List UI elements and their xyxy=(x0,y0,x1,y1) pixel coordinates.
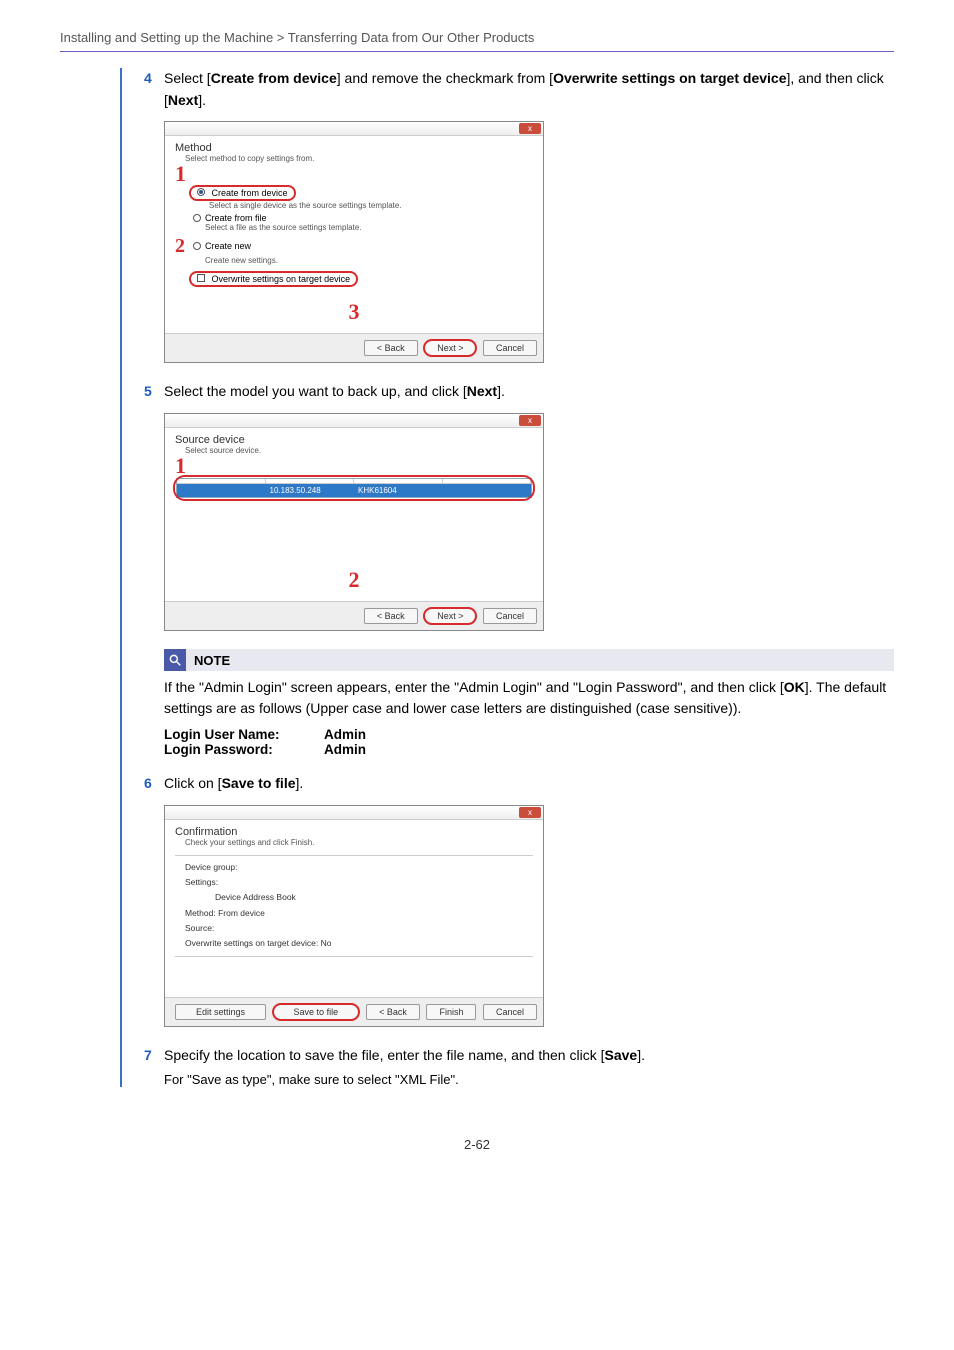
device-row[interactable]: 10.183.50.248 KHK61604 xyxy=(177,484,531,497)
back-button[interactable]: < Back xyxy=(364,340,418,356)
magnifier-icon xyxy=(164,649,186,671)
chk-overwrite-label: Overwrite settings on target device xyxy=(212,274,351,284)
step-5-text: Select the model you want to back up, an… xyxy=(164,381,894,403)
close-icon[interactable]: x xyxy=(519,123,541,134)
note-label: NOTE xyxy=(186,653,230,668)
close-icon[interactable]: x xyxy=(519,807,541,818)
close-icon[interactable]: x xyxy=(519,415,541,426)
step-4-text: Select [Create from device] and remove t… xyxy=(164,68,894,111)
conf-source: Source: xyxy=(185,921,523,936)
radio-create-from-file[interactable] xyxy=(193,214,201,222)
conf-method: Method: From device xyxy=(185,906,523,921)
step-number-7: 7 xyxy=(144,1045,164,1066)
dialog-heading: Source device xyxy=(175,434,533,446)
next-button[interactable]: Next > xyxy=(424,608,476,624)
dialog-subheading: Select method to copy settings from. xyxy=(185,154,533,163)
opt-create-from-file: Create from file xyxy=(205,213,267,223)
back-button[interactable]: < Back xyxy=(364,608,418,624)
note-header: NOTE xyxy=(164,649,894,671)
back-button[interactable]: < Back xyxy=(366,1004,420,1020)
radio-create-from-device[interactable] xyxy=(197,188,205,196)
dialog-subheading: Select source device. xyxy=(185,446,533,455)
cancel-button[interactable]: Cancel xyxy=(483,608,537,624)
callout-1: 1 xyxy=(175,163,533,185)
finish-button[interactable]: Finish xyxy=(426,1004,476,1020)
callout-2: 2 xyxy=(175,236,191,256)
callout-3: 3 xyxy=(349,299,360,324)
dialog-method: x Method Select method to copy settings … xyxy=(164,121,544,363)
dialog-source-device: x Source device Select source device. 1 … xyxy=(164,413,544,631)
opt-create-from-device: Create from device xyxy=(212,188,288,198)
step-number-4: 4 xyxy=(144,68,164,89)
opt-create-new: Create new xyxy=(205,241,251,251)
step-number-6: 6 xyxy=(144,773,164,794)
conf-device-group: Device group: xyxy=(185,860,523,875)
step-7-subtext: For "Save as type", make sure to select … xyxy=(164,1072,894,1087)
save-to-file-button[interactable]: Save to file xyxy=(273,1004,360,1020)
device-ip: 10.183.50.248 xyxy=(266,484,355,497)
dialog-heading: Confirmation xyxy=(175,826,533,838)
cancel-button[interactable]: Cancel xyxy=(483,1004,537,1020)
dialog-subheading: Check your settings and click Finish. xyxy=(185,838,533,847)
step-7-text: Specify the location to save the file, e… xyxy=(164,1045,894,1067)
opt3-desc: Create new settings. xyxy=(205,256,533,265)
opt1-desc: Select a single device as the source set… xyxy=(209,201,533,210)
radio-create-new[interactable] xyxy=(193,242,201,250)
dialog-confirmation: x Confirmation Check your settings and c… xyxy=(164,805,544,1027)
divider xyxy=(60,51,894,52)
page-number: 2-62 xyxy=(60,1137,894,1182)
device-serial: KHK61604 xyxy=(354,484,443,497)
login-defaults: Login User Name:Admin Login Password:Adm… xyxy=(164,727,894,757)
note-text: If the "Admin Login" screen appears, ent… xyxy=(164,677,894,719)
opt2-desc: Select a file as the source settings tem… xyxy=(205,223,533,232)
callout-2: 2 xyxy=(349,567,360,592)
edit-settings-button[interactable]: Edit settings xyxy=(175,1004,266,1020)
conf-settings-label: Settings: xyxy=(185,875,218,890)
step-number-5: 5 xyxy=(144,381,164,402)
cancel-button[interactable]: Cancel xyxy=(483,340,537,356)
conf-settings-value: Device Address Book xyxy=(215,890,523,905)
dialog-heading: Method xyxy=(175,142,533,154)
breadcrumb: Installing and Setting up the Machine > … xyxy=(60,30,894,51)
callout-1: 1 xyxy=(175,455,533,477)
next-button[interactable]: Next > xyxy=(424,340,476,356)
checkbox-overwrite[interactable] xyxy=(197,274,205,282)
step-6-text: Click on [Save to file]. xyxy=(164,773,894,795)
conf-overwrite: Overwrite settings on target device: No xyxy=(185,936,523,951)
